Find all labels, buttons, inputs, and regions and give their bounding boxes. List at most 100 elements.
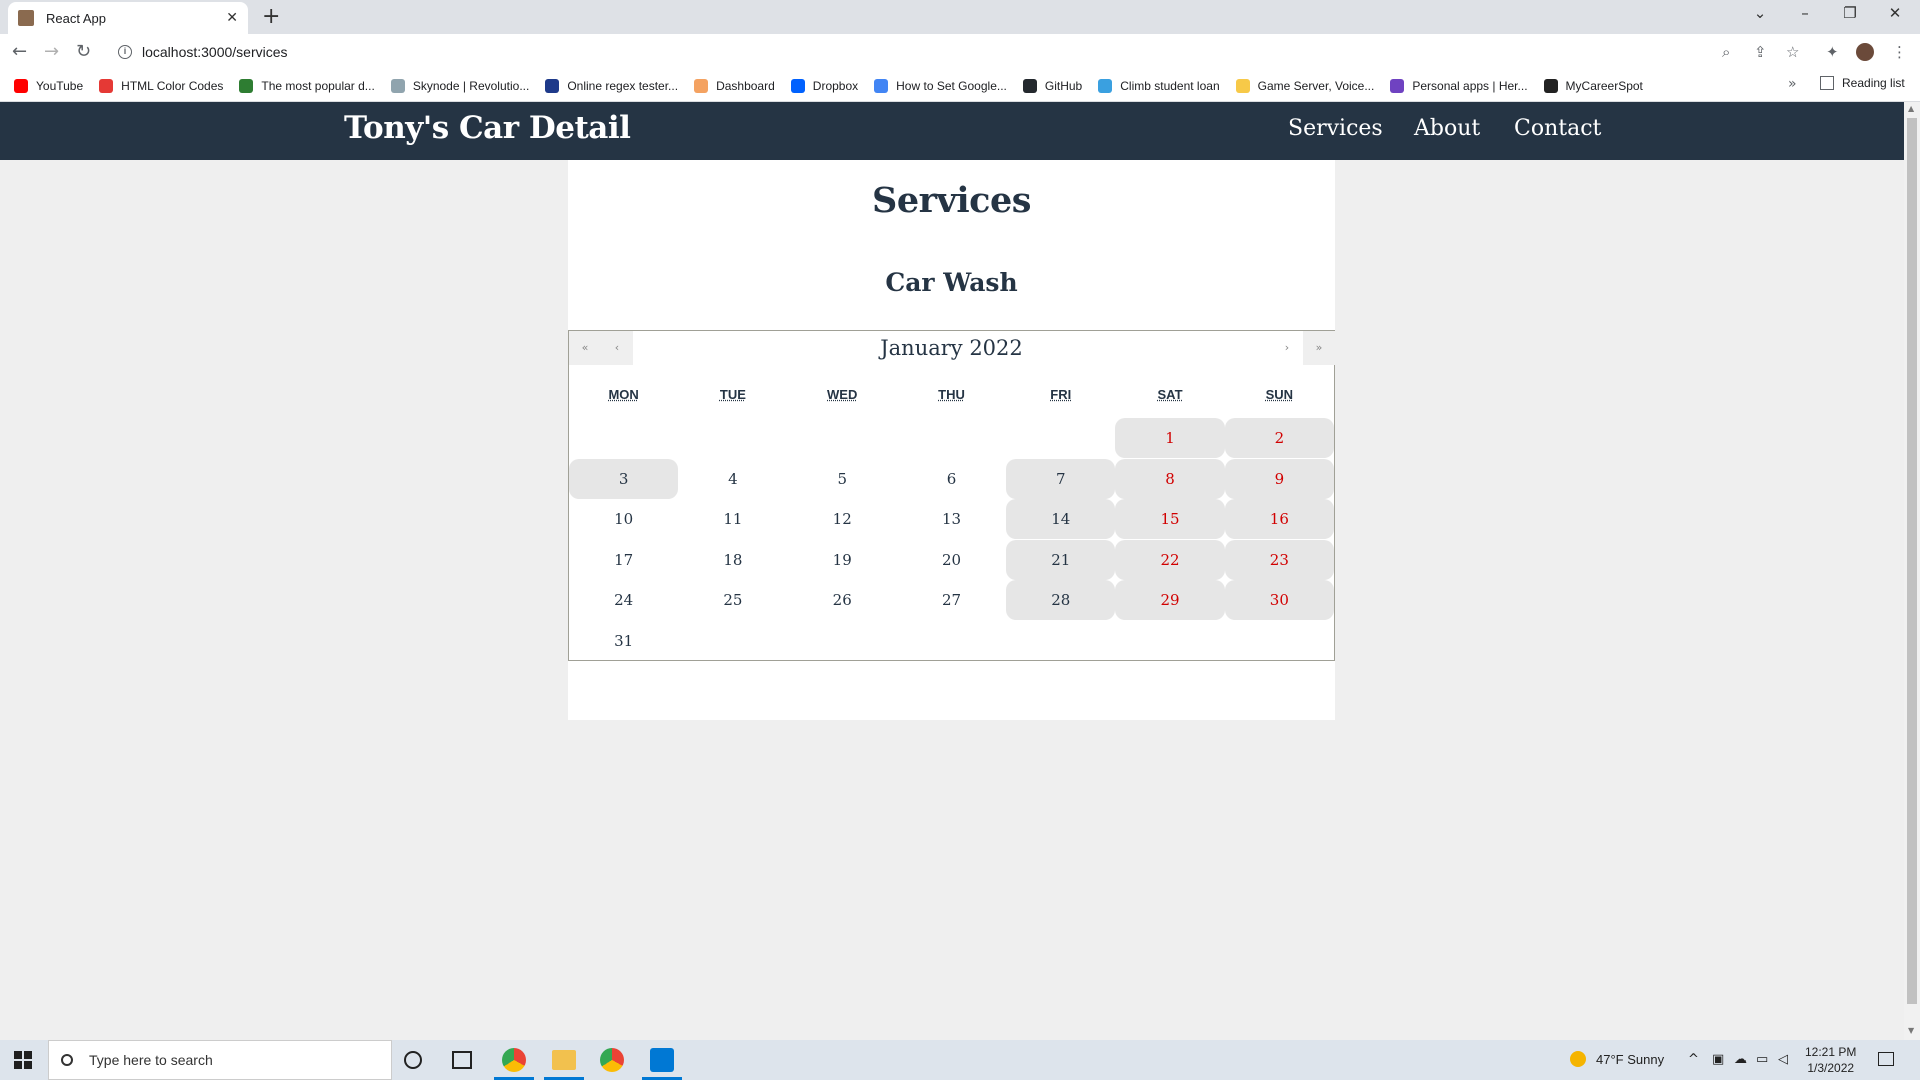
main-content: Services Car Wash « ‹ January 2022 › » M… (568, 160, 1335, 720)
bookmark-item[interactable]: GitHub (1022, 78, 1082, 93)
bookmark-item[interactable]: YouTube (14, 78, 83, 93)
cortana-icon[interactable] (404, 1051, 422, 1069)
calendar-month-label[interactable]: January 2022 (629, 331, 1274, 365)
minimize-icon[interactable]: – (1785, 4, 1825, 22)
calendar-day[interactable]: 31 (569, 621, 678, 661)
notification-icon[interactable] (1878, 1052, 1894, 1066)
new-tab-icon[interactable]: + (262, 4, 280, 29)
scroll-down-icon[interactable]: ▼ (1908, 1026, 1914, 1035)
taskbar-search-box[interactable]: Type here to search (48, 1040, 392, 1080)
menu-icon[interactable]: ⋮ (1892, 43, 1907, 61)
calendar-day[interactable]: 10 (569, 499, 678, 539)
tab-search-icon[interactable]: ⌄ (1740, 4, 1780, 22)
bookmark-item[interactable]: Dropbox (790, 78, 858, 93)
calendar-day[interactable]: 17 (569, 540, 678, 580)
network-icon[interactable]: ▭ (1756, 1052, 1768, 1067)
bookmark-item[interactable]: MyCareerSpot (1543, 78, 1643, 93)
calendar-day[interactable]: 18 (678, 540, 787, 580)
site-info-icon[interactable]: i (118, 45, 132, 59)
calendar-day[interactable]: 27 (897, 580, 1006, 620)
calendar-day[interactable]: 14 (1006, 499, 1116, 539)
vscode-icon[interactable] (650, 1048, 674, 1072)
restore-icon[interactable]: ❐ (1830, 4, 1870, 22)
calendar-day[interactable]: 5 (788, 459, 897, 499)
calendar-day[interactable]: 30 (1224, 580, 1334, 620)
calendar-day[interactable]: 9 (1224, 458, 1334, 499)
bookmark-item[interactable]: Climb student loan (1098, 78, 1220, 93)
calendar-day[interactable]: 7 (1006, 458, 1116, 499)
calendar-prev-year-button[interactable]: « (569, 331, 601, 365)
calendar-day[interactable]: 2 (1224, 418, 1334, 458)
calendar-day[interactable]: 24 (569, 580, 678, 620)
bookmark-item[interactable]: Online regex tester... (545, 78, 678, 93)
nav-link-contact[interactable]: Contact (1514, 116, 1601, 141)
bookmark-item[interactable]: The most popular d... (239, 78, 375, 93)
bookmark-item[interactable]: Dashboard (694, 78, 775, 93)
calendar-day[interactable]: 12 (788, 499, 897, 539)
bookmark-label: Personal apps | Her... (1412, 78, 1528, 93)
bookmark-item[interactable]: Game Server, Voice... (1235, 78, 1374, 93)
site-brand[interactable]: Tony's Car Detail (344, 110, 631, 146)
address-bar[interactable]: i localhost:3000/services (110, 38, 1790, 66)
bookmarks-bar: YouTube HTML Color Codes The most popular … (0, 70, 1920, 102)
weekday-sun: SUN (1265, 387, 1294, 402)
calendar-day[interactable]: 22 (1115, 539, 1225, 580)
back-icon[interactable]: ← (12, 41, 27, 62)
forward-icon[interactable]: → (44, 41, 59, 62)
reload-icon[interactable]: ↻ (76, 41, 91, 62)
close-window-icon[interactable]: ✕ (1875, 4, 1915, 22)
calendar-day[interactable]: 28 (1006, 580, 1116, 620)
calendar-next-year-button[interactable]: » (1303, 331, 1335, 365)
meet-icon[interactable]: ▣ (1712, 1052, 1724, 1067)
onedrive-icon[interactable]: ☁ (1734, 1052, 1747, 1067)
calendar-day[interactable]: 11 (678, 499, 787, 539)
calendar-day[interactable]: 8 (1115, 458, 1225, 499)
calendar-day[interactable]: 26 (788, 580, 897, 620)
browser-tab[interactable]: React App ✕ (8, 2, 248, 34)
address-url[interactable]: localhost:3000/services (142, 44, 288, 60)
calendar-day[interactable]: 3 (569, 458, 679, 499)
chrome-profile-taskbar-icon[interactable] (502, 1048, 526, 1072)
file-explorer-icon[interactable] (552, 1050, 576, 1070)
bookmark-favicon-icon (14, 78, 28, 93)
calendar-day[interactable]: 23 (1224, 539, 1334, 580)
calendar-day[interactable]: 19 (788, 540, 897, 580)
bookmark-item[interactable]: Skynode | Revolutio... (390, 78, 529, 93)
tab-close-icon[interactable]: ✕ (226, 10, 238, 26)
bookmark-item[interactable]: Personal apps | Her... (1390, 78, 1528, 93)
reading-list-button[interactable]: Reading list (1820, 76, 1905, 90)
scrollbar-thumb[interactable] (1907, 118, 1917, 1004)
weather-widget[interactable]: 47°F Sunny (1570, 1051, 1664, 1067)
calendar-day[interactable]: 20 (897, 540, 1006, 580)
nav-link-services[interactable]: Services (1288, 116, 1383, 141)
volume-icon[interactable]: ◁ (1778, 1052, 1788, 1067)
share-icon[interactable]: ⇪ (1754, 43, 1767, 61)
tab-favicon-icon (18, 10, 34, 26)
bookmark-item[interactable]: HTML Color Codes (99, 78, 223, 93)
calendar-next-month-button[interactable]: › (1271, 331, 1303, 365)
zoom-icon[interactable]: ⌕ (1722, 43, 1730, 61)
task-view-icon[interactable] (452, 1051, 472, 1069)
bookmark-favicon-icon (1022, 78, 1037, 93)
calendar-day[interactable]: 21 (1006, 539, 1116, 580)
extensions-icon[interactable]: ✦ (1826, 43, 1839, 61)
calendar-day[interactable]: 15 (1115, 499, 1225, 539)
calendar-day[interactable]: 4 (678, 459, 787, 499)
calendar-day[interactable]: 1 (1115, 418, 1225, 458)
page-scrollbar[interactable]: ▲ ▼ (1904, 102, 1920, 1040)
calendar-day[interactable]: 16 (1224, 499, 1334, 539)
calendar-day[interactable]: 13 (897, 499, 1006, 539)
scroll-up-icon[interactable]: ▲ (1908, 104, 1914, 113)
tray-chevron-icon[interactable]: ^ (1688, 1052, 1699, 1067)
calendar-day[interactable]: 29 (1115, 580, 1225, 620)
calendar-day[interactable]: 25 (678, 580, 787, 620)
windows-start-icon[interactable] (14, 1051, 32, 1069)
calendar-day[interactable]: 6 (897, 459, 1006, 499)
taskbar-clock[interactable]: 12:21 PM 1/3/2022 (1805, 1044, 1856, 1076)
chrome-taskbar-icon[interactable] (600, 1048, 624, 1072)
bookmark-item[interactable]: How to Set Google... (874, 78, 1007, 93)
profile-avatar[interactable] (1856, 43, 1874, 61)
bookmarks-more-icon[interactable]: » (1788, 76, 1797, 92)
nav-link-about[interactable]: About (1414, 116, 1480, 141)
bookmark-star-icon[interactable]: ☆ (1786, 43, 1799, 61)
